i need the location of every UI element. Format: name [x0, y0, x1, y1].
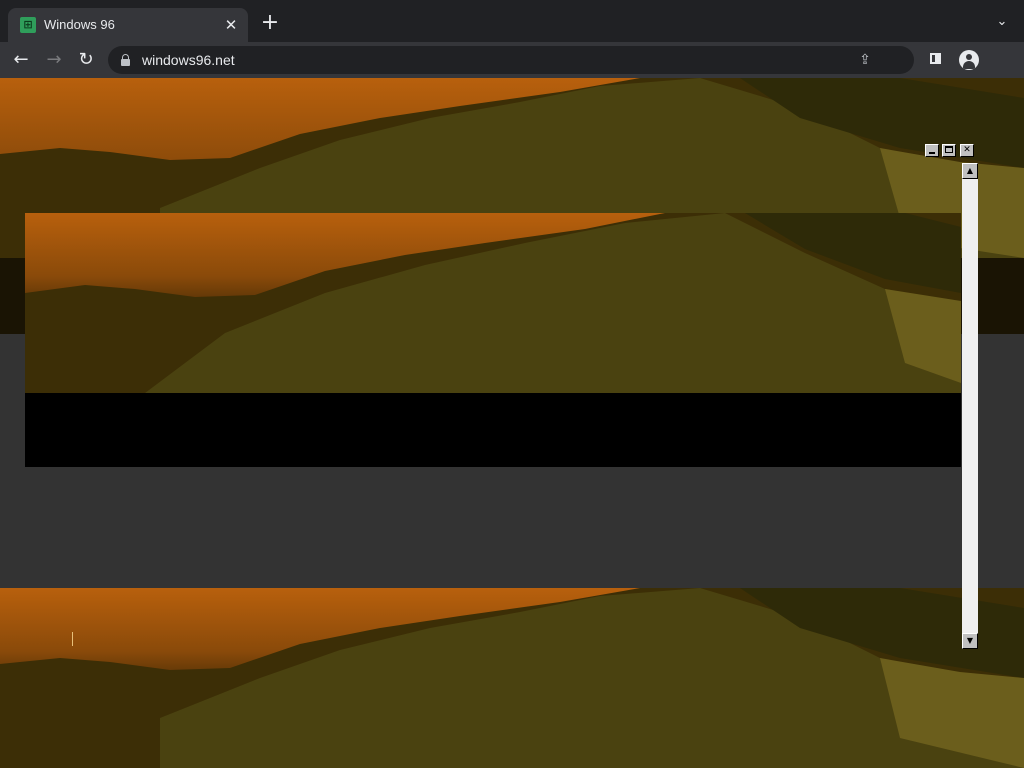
app-window-content[interactable] [25, 213, 961, 467]
reload-button[interactable]: ↻ [74, 48, 98, 72]
tab-title: Windows 96 [44, 17, 115, 32]
tab-strip: ⊞ Windows 96 ✕ + ⌄ [0, 0, 1024, 42]
close-button[interactable]: ✕ [960, 144, 974, 157]
minimize-button[interactable] [925, 144, 939, 157]
maximize-icon [945, 146, 953, 153]
embedded-wallpaper-image [25, 213, 961, 393]
tab-search-chevron-icon[interactable]: ⌄ [992, 12, 1012, 32]
lock-icon[interactable] [121, 54, 130, 66]
text-cursor [72, 632, 73, 646]
address-bar[interactable]: windows96.net ⇪ [108, 46, 914, 74]
scroll-up-button[interactable]: ▲ [962, 163, 978, 179]
profile-avatar-icon[interactable] [959, 50, 979, 70]
side-panel-icon[interactable] [930, 53, 941, 64]
new-tab-button[interactable]: + [259, 12, 281, 34]
back-button[interactable]: ← [9, 48, 33, 72]
tab-close-icon[interactable]: ✕ [222, 16, 240, 34]
windows96-favicon-icon: ⊞ [20, 17, 36, 33]
minimize-icon [929, 152, 935, 154]
url-text[interactable]: windows96.net [142, 51, 235, 69]
scroll-down-button[interactable]: ▼ [962, 633, 978, 649]
vertical-scrollbar[interactable]: ▲ ▼ [962, 163, 978, 649]
tab-windows96[interactable]: ⊞ Windows 96 ✕ [8, 8, 248, 42]
browser-toolbar: ← → ↻ windows96.net ⇪ [0, 42, 1024, 78]
share-icon[interactable]: ⇪ [856, 51, 874, 69]
maximize-button[interactable] [942, 144, 956, 157]
forward-button[interactable]: → [42, 48, 66, 72]
page-viewport: ✕ ▲ ▼ [0, 78, 1024, 768]
desktop-wallpaper-bottom [0, 588, 1024, 768]
